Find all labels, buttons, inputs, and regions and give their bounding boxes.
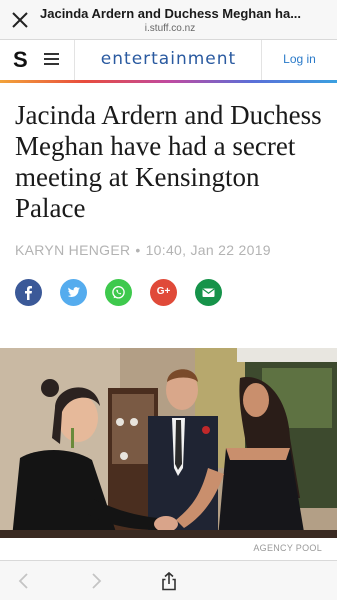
header-rainbow-divider	[0, 80, 337, 83]
twitter-share-button[interactable]	[60, 279, 87, 306]
article-photo[interactable]	[0, 348, 337, 538]
forward-icon[interactable]	[86, 571, 106, 591]
google-plus-share-button[interactable]: G+	[150, 279, 177, 306]
photo-illustration	[0, 348, 337, 538]
browser-top-bar: Jacinda Ardern and Duchess Meghan ha... …	[0, 0, 337, 40]
whatsapp-share-button[interactable]	[105, 279, 132, 306]
share-icon[interactable]	[159, 571, 179, 591]
hamburger-menu-icon[interactable]	[44, 53, 59, 65]
browser-url[interactable]: i.stuff.co.nz	[40, 23, 300, 34]
facebook-share-button[interactable]	[15, 279, 42, 306]
close-icon[interactable]	[9, 9, 31, 31]
article-headline: Jacinda Ardern and Duchess Meghan have h…	[15, 100, 322, 223]
site-logo[interactable]: S	[13, 48, 28, 72]
photo-credit: AGENCY POOL	[253, 543, 322, 553]
login-link[interactable]: Log in	[262, 52, 337, 66]
byline-separator: •	[135, 242, 141, 258]
site-header: S entertainment Log in	[0, 40, 337, 80]
back-icon[interactable]	[14, 571, 34, 591]
browser-bottom-toolbar	[0, 560, 337, 600]
whatsapp-icon	[112, 286, 125, 299]
article-byline: Karyn Henger • 10:40, Jan 22 2019	[15, 242, 271, 258]
google-plus-icon: G+	[156, 286, 171, 297]
email-icon	[202, 288, 215, 297]
browser-page-title: Jacinda Ardern and Duchess Meghan ha...	[40, 6, 302, 21]
article-author[interactable]: Karyn Henger	[15, 242, 130, 258]
facebook-icon	[25, 286, 32, 300]
section-title[interactable]: entertainment	[76, 49, 261, 69]
email-share-button[interactable]	[195, 279, 222, 306]
header-divider	[74, 40, 75, 80]
article-timestamp: 10:40, Jan 22 2019	[145, 242, 271, 258]
twitter-icon	[67, 287, 80, 297]
